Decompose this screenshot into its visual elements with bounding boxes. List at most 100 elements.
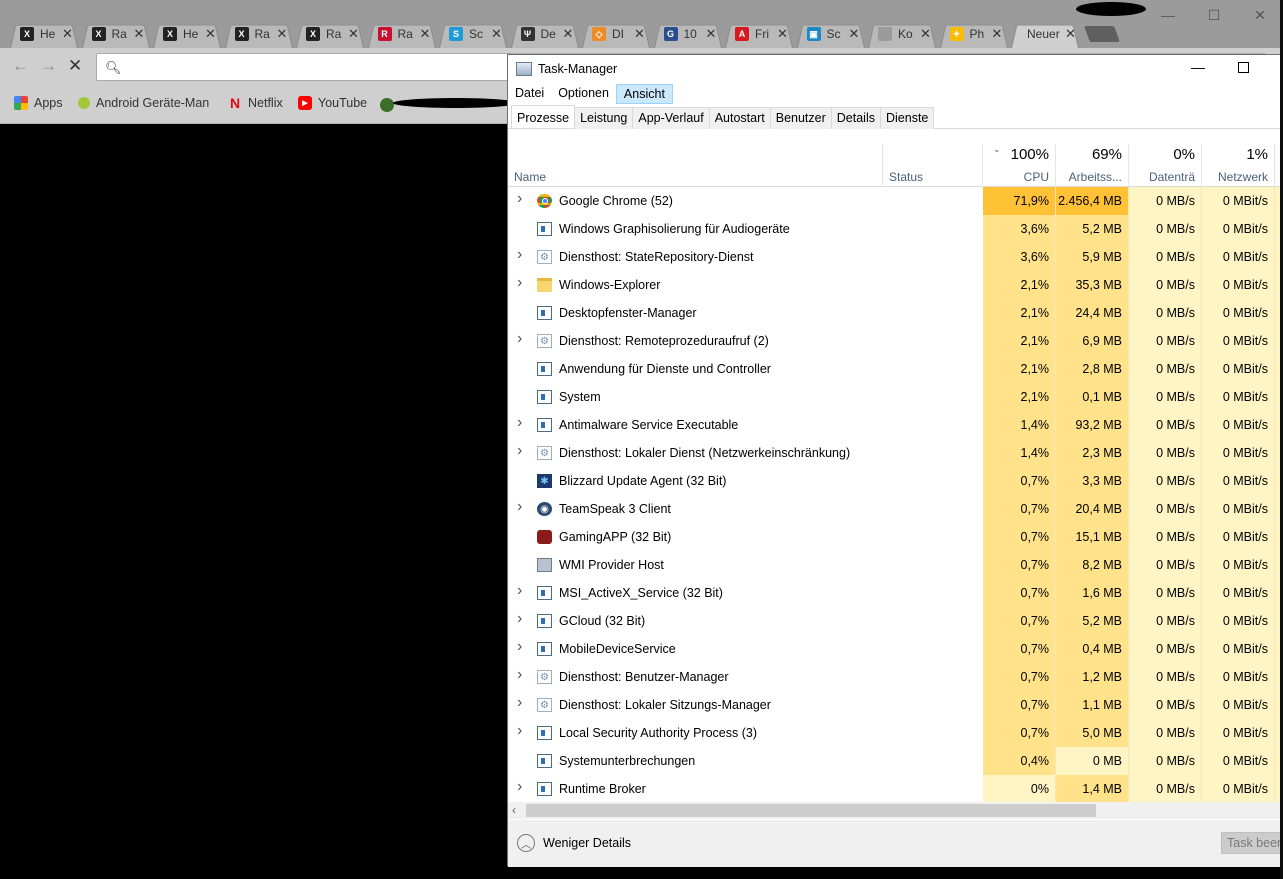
bookmark-netflix[interactable]: N Netflix [228,95,283,111]
process-row[interactable]: Windows Graphisolierung für Audiogeräte 3… [508,215,1283,243]
expand-chevron-icon[interactable]: › [517,666,522,684]
expand-chevron-icon[interactable]: › [517,778,522,796]
column-disk[interactable]: 0% Datenträ [1129,144,1202,187]
tab-close-icon[interactable]: ✕ [563,26,574,42]
process-row[interactable]: › ⚙ Diensthost: Lokaler Dienst (Netzwerkei… [508,439,1283,467]
expand-chevron-icon[interactable]: › [517,610,522,628]
expand-chevron-icon[interactable]: › [517,442,522,460]
new-tab-button[interactable] [1083,26,1120,42]
expand-chevron-icon[interactable]: › [517,330,522,348]
process-row[interactable]: › ⚙ Diensthost: Remoteprozeduraufruf (2) 2,… [508,327,1283,355]
tab-close-icon[interactable]: ✕ [491,26,502,42]
browser-tab[interactable]: Ko ✕ [866,20,938,48]
column-status[interactable]: Status [883,144,983,187]
expand-chevron-icon[interactable]: › [517,190,522,208]
browser-tab[interactable]: R Ra ✕ [366,20,438,48]
minimize-button[interactable]: — [1145,0,1191,30]
tab-autostart[interactable]: Autostart [708,107,771,129]
tab-close-icon[interactable]: ✕ [134,26,145,42]
tab-close-icon[interactable]: ✕ [992,26,1003,42]
tab-benutzer[interactable]: Benutzer [769,107,832,129]
maximize-button[interactable] [1238,62,1249,73]
menu-optionen[interactable]: Optionen [551,84,616,104]
expand-chevron-icon[interactable]: › [517,694,522,712]
expand-chevron-icon[interactable]: › [517,498,522,516]
process-row[interactable]: › Antimalware Service Executable 1,4% 93,2 … [508,411,1283,439]
tab-leistung[interactable]: Leistung [574,107,634,129]
process-row[interactable]: › Google Chrome (52) 71,9% 2.456,4 MB 0 MB/s… [508,187,1283,215]
menu-datei[interactable]: Datei [508,84,551,104]
browser-tab[interactable]: X Ra ✕ [80,20,152,48]
browser-tab[interactable]: X He ✕ [8,20,80,48]
back-arrow-icon[interactable]: ← [12,56,29,76]
minimize-button[interactable]: — [1186,59,1210,79]
browser-tab[interactable]: X He ✕ [151,20,223,48]
process-row[interactable]: › ⚙ Diensthost: Benutzer-Manager 0,7% 1,2 MB… [508,663,1283,691]
process-row[interactable]: › ⚙ Diensthost: Lokaler Sitzungs-Manager 0,… [508,691,1283,719]
tab-dienste[interactable]: Dienste [879,107,935,129]
forward-arrow-icon[interactable]: → [40,56,57,76]
close-button[interactable]: ✕ [1237,0,1283,30]
browser-tab[interactable]: X Ra ✕ [223,20,295,48]
column-memory[interactable]: 69% Arbeitss... [1056,144,1129,187]
tab-app-verlauf[interactable]: App-Verlauf [632,107,710,129]
tab-close-icon[interactable]: ✕ [920,26,931,42]
process-row[interactable]: System 2,1% 0,1 MB 0 MB/s 0 MBit/s [508,383,1283,411]
expand-chevron-icon[interactable]: › [517,414,522,432]
tab-close-icon[interactable]: ✕ [1065,26,1076,42]
browser-tab[interactable]: ✦ Ph ✕ [938,20,1010,48]
browser-tab[interactable]: ▣ Sc ✕ [795,20,867,48]
expand-chevron-icon[interactable]: › [517,582,522,600]
tab-close-icon[interactable]: ✕ [205,26,216,42]
process-row[interactable]: › ⚙ Diensthost: StateRepository-Dienst 3,6%… [508,243,1283,271]
stop-loading-icon[interactable]: ✕ [68,56,82,76]
scroll-left-icon[interactable]: ‹ [512,803,516,817]
bookmark-favicon-icon[interactable] [380,98,394,112]
bookmark-youtube[interactable]: ▶ YouTube [298,96,367,110]
tab-close-icon[interactable]: ✕ [348,26,359,42]
process-row[interactable]: › MobileDeviceService 0,7% 0,4 MB 0 MB/s 0 MB… [508,635,1283,663]
tab-close-icon[interactable]: ✕ [420,26,431,42]
process-row[interactable]: › GCloud (32 Bit) 0,7% 5,2 MB 0 MB/s 0 MBit/s [508,607,1283,635]
process-row[interactable]: › Local Security Authority Process (3) 0,7… [508,719,1283,747]
process-row[interactable]: › MSI_ActiveX_Service (32 Bit) 0,7% 1,6 MB 0… [508,579,1283,607]
bookmark-apps[interactable]: Apps [14,96,63,110]
process-row[interactable]: WMI Provider Host 0,7% 8,2 MB 0 MB/s 0 MBit/… [508,551,1283,579]
maximize-button[interactable]: ☐ [1191,0,1237,30]
browser-tab[interactable]: A Fri ✕ [723,20,795,48]
bookmark-android[interactable]: Android Geräte-Man [78,96,212,110]
menu-ansicht[interactable]: Ansicht [615,84,673,104]
process-row[interactable]: ✱ Blizzard Update Agent (32 Bit) 0,7% 3,3 M… [508,467,1283,495]
tab-details[interactable]: Details [830,107,881,129]
horizontal-scrollbar[interactable]: ‹ [508,802,1283,819]
tab-prozesse[interactable]: Prozesse [511,105,576,128]
expand-chevron-icon[interactable]: › [517,638,522,656]
process-row[interactable]: Systemunterbrechungen 0,4% 0 MB 0 MB/s 0 MBi… [508,747,1283,775]
browser-tab[interactable]: S Sc ✕ [437,20,509,48]
browser-tab[interactable]: ◇ DI ✕ [580,20,652,48]
browser-tab[interactable]: G 10 ✕ [652,20,724,48]
expand-chevron-icon[interactable]: › [517,722,522,740]
scrollbar-thumb[interactable] [526,804,1096,817]
browser-tab[interactable]: Ψ De ✕ [509,20,581,48]
fewer-details-button[interactable]: ︿ Weniger Details [517,834,631,852]
tab-close-icon[interactable]: ✕ [62,26,73,42]
column-cpu[interactable]: ⌄ 100% CPU [983,144,1056,187]
browser-tab[interactable]: X Ra ✕ [294,20,366,48]
tab-close-icon[interactable]: ✕ [706,26,717,42]
expand-chevron-icon[interactable]: › [517,246,522,264]
expand-chevron-icon[interactable]: › [517,274,522,292]
column-name[interactable]: Name [508,144,883,187]
end-task-button[interactable]: Task beenden [1221,832,1283,854]
tab-close-icon[interactable]: ✕ [777,26,788,42]
process-row[interactable]: GamingAPP (32 Bit) 0,7% 15,1 MB 0 MB/s 0 MBi… [508,523,1283,551]
tab-close-icon[interactable]: ✕ [634,26,645,42]
process-row[interactable]: Desktopfenster-Manager 2,1% 24,4 MB 0 MB/s 0… [508,299,1283,327]
process-row[interactable]: › Runtime Broker 0% 1,4 MB 0 MB/s 0 MBit/s [508,775,1283,802]
process-row[interactable]: › ◉ TeamSpeak 3 Client 0,7% 20,4 MB 0 MB/s 0 M… [508,495,1283,523]
process-row[interactable]: Anwendung für Dienste und Controller 2,1%… [508,355,1283,383]
tab-close-icon[interactable]: ✕ [277,26,288,42]
tab-close-icon[interactable]: ✕ [849,26,860,42]
process-row[interactable]: › Windows-Explorer 2,1% 35,3 MB 0 MB/s 0 MBit… [508,271,1283,299]
column-network[interactable]: 1% Netzwerk [1202,144,1275,187]
